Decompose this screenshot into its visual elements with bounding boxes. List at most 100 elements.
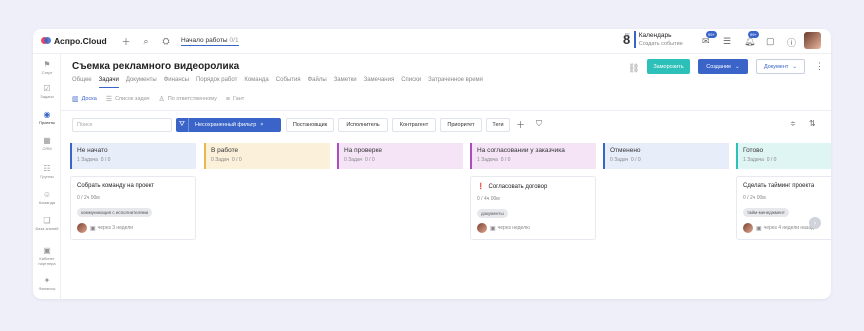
- tab-events[interactable]: События: [276, 77, 301, 88]
- start-icon: ⚑: [43, 60, 51, 69]
- calendar-icon: ▣: [490, 225, 496, 232]
- task-time: 0 / 4ч 00м: [477, 196, 500, 202]
- column-not-started[interactable]: Не начато 1 Задача 0 / 0: [70, 143, 196, 169]
- assignee-avatar[interactable]: [477, 223, 487, 233]
- freeze-button[interactable]: Заморозить: [647, 59, 690, 74]
- funnel-icon[interactable]: ≑: [790, 120, 796, 128]
- mail-badge: 99+: [706, 31, 717, 38]
- logo-icon: [41, 36, 51, 46]
- view-board[interactable]: ▥ Доска: [72, 95, 97, 103]
- rocket-icon[interactable]: ⛭: [161, 36, 171, 47]
- task-card[interactable]: Собрать команду на проект 0 / 2ч 00м ком…: [70, 176, 196, 240]
- task-time: 0 / 2ч 00м: [77, 195, 100, 201]
- filter-assignee-button[interactable]: Исполнитель: [338, 118, 388, 132]
- scroll-right-button[interactable]: ›: [809, 217, 821, 229]
- tab-general[interactable]: Общее: [72, 77, 92, 88]
- add-filter-icon[interactable]: ＋: [516, 118, 525, 131]
- tab-notes[interactable]: Заметки: [334, 77, 357, 88]
- document-button[interactable]: Документ ⌄: [756, 59, 805, 74]
- tab-remarks[interactable]: Замечания: [364, 77, 395, 88]
- task-card[interactable]: Сделать тайминг проекта 0 / 2ч 00м тайм-…: [736, 176, 831, 240]
- page-title: Съемка рекламного видеоролика: [72, 61, 240, 72]
- settings-sliders-icon[interactable]: ⇅: [809, 119, 816, 128]
- task-time: 0 / 2ч 00м: [743, 195, 766, 201]
- tab-time-spent[interactable]: Затраченное время: [428, 77, 483, 88]
- board-icon: ▥: [72, 96, 79, 103]
- filter-creator-button[interactable]: Постановщик: [286, 118, 334, 132]
- bell-icon[interactable]: 🔔︎ 99+: [744, 31, 759, 47]
- urgent-icon: ❗: [477, 184, 485, 190]
- chevron-down-icon: ⌄: [792, 63, 797, 70]
- view-gantt[interactable]: ≡ Гант: [226, 95, 244, 103]
- filter-counterparty-button[interactable]: Контрагент: [392, 118, 436, 132]
- user-avatar[interactable]: [804, 32, 821, 49]
- tab-documents[interactable]: Документы: [126, 77, 157, 88]
- sidebar-item-knowledge[interactable]: ❑ База знаний: [33, 216, 61, 231]
- app-name: Аспро.Cloud: [54, 36, 107, 46]
- filter-priority-button[interactable]: Приоритет: [440, 118, 482, 132]
- assignee-avatar[interactable]: [77, 223, 87, 233]
- bookmark-icon[interactable]: ⛉: [536, 119, 542, 129]
- mail-icon[interactable]: ✉ 99+: [702, 31, 717, 47]
- tasks-doc-icon[interactable]: ☰: [723, 36, 731, 47]
- task-title: Сделать тайминг проекта: [743, 183, 815, 189]
- sidebar-item-tasks[interactable]: ☑ Задачи: [33, 84, 61, 99]
- start-work-link[interactable]: Начало работы 0/1: [181, 37, 239, 46]
- task-tag[interactable]: коммуникация с исполнителями: [77, 208, 153, 217]
- tab-work-order[interactable]: Порядок работ: [196, 77, 237, 88]
- sidebar: ⚑ Старт ☑ Задачи ◉ Проекты ▦ CRM ☷ Группы ☺ Ко…: [33, 54, 61, 299]
- tab-lists[interactable]: Списки: [401, 77, 421, 88]
- view-task-list[interactable]: ☰ Список задач: [106, 95, 150, 103]
- column-review[interactable]: На проверке 0 Задач 0 / 0: [337, 143, 463, 169]
- sidebar-item-projects[interactable]: ◉ Проекты: [33, 110, 61, 125]
- filter-tags-button[interactable]: Теги: [486, 118, 510, 132]
- more-icon[interactable]: ⋮: [815, 61, 824, 72]
- calendar-title: Календарь: [638, 32, 672, 39]
- sidebar-item-start[interactable]: ⚑ Старт: [33, 60, 61, 75]
- column-client-approval[interactable]: На согласовании у заказчика 1 Задача 0 /…: [470, 143, 596, 169]
- task-card[interactable]: ❗ Согласовать договор 0 / 4ч 00м документ…: [470, 176, 596, 240]
- assignee-avatar[interactable]: [743, 223, 753, 233]
- help-icon[interactable]: ⓘ: [787, 36, 796, 49]
- sidebar-item-groups[interactable]: ☷ Группы: [33, 164, 61, 179]
- sidebar-item-finance[interactable]: ✦ Финансы: [33, 276, 61, 291]
- column-cancelled[interactable]: Отменено 0 Задач 0 / 0: [603, 143, 729, 169]
- tab-tasks[interactable]: Задачи: [98, 77, 119, 88]
- calendar-icon: ▣: [90, 225, 96, 232]
- partner-icon: ▣: [43, 246, 51, 255]
- calendar-day: Вт 8: [623, 31, 631, 47]
- tab-finance[interactable]: Финансы: [164, 77, 189, 88]
- create-event-link[interactable]: Создать событие: [639, 41, 683, 47]
- unsaved-filter-chip[interactable]: ⛛ Несохраненный фильтр ×: [176, 118, 281, 132]
- task-title: Собрать команду на проект: [77, 183, 155, 189]
- column-in-progress[interactable]: В работе 0 Задач 0 / 0: [204, 143, 330, 169]
- chat-icon[interactable]: ▢: [766, 36, 775, 47]
- task-due: через 4 недели назад: [763, 225, 814, 231]
- app-logo[interactable]: Аспро.Cloud: [41, 36, 111, 46]
- create-button[interactable]: Создание ⌄: [698, 59, 748, 74]
- close-icon[interactable]: ×: [260, 122, 263, 128]
- calendar-divider: [634, 31, 636, 48]
- sidebar-item-team[interactable]: ☺ Команда: [33, 190, 61, 205]
- app-window: Аспро.Cloud ＋ ⌕ ⛭ Начало работы 0/1 Вт 8 К…: [33, 29, 831, 299]
- notify-badge: 99+: [748, 31, 759, 38]
- calendar-widget[interactable]: Вт 8 Календарь Создать событие: [623, 31, 683, 48]
- task-due: через 3 недели: [97, 225, 134, 231]
- sidebar-item-partner[interactable]: ▣ Кабинет партнера: [33, 246, 61, 266]
- tab-files[interactable]: Файлы: [308, 77, 327, 88]
- task-tag[interactable]: документы: [477, 209, 508, 218]
- tab-team[interactable]: Команда: [244, 77, 268, 88]
- divider: [61, 110, 831, 111]
- task-tag[interactable]: тайм-менеджмент: [743, 208, 789, 217]
- search-input[interactable]: Поиск: [72, 118, 172, 132]
- gantt-icon: ≡: [225, 95, 230, 103]
- plus-icon[interactable]: ＋: [121, 35, 131, 48]
- finance-icon: ✦: [43, 276, 51, 285]
- projects-icon: ◉: [43, 110, 51, 119]
- column-done[interactable]: Готово 1 Задача 0 / 0: [736, 143, 831, 169]
- link-icon[interactable]: ⛓: [628, 63, 639, 74]
- chevron-right-icon: ›: [813, 219, 817, 227]
- view-by-assignee[interactable]: ♙ По ответственному: [159, 95, 217, 103]
- sidebar-item-crm[interactable]: ▦ CRM: [33, 136, 61, 151]
- search-icon[interactable]: ⌕: [141, 36, 151, 47]
